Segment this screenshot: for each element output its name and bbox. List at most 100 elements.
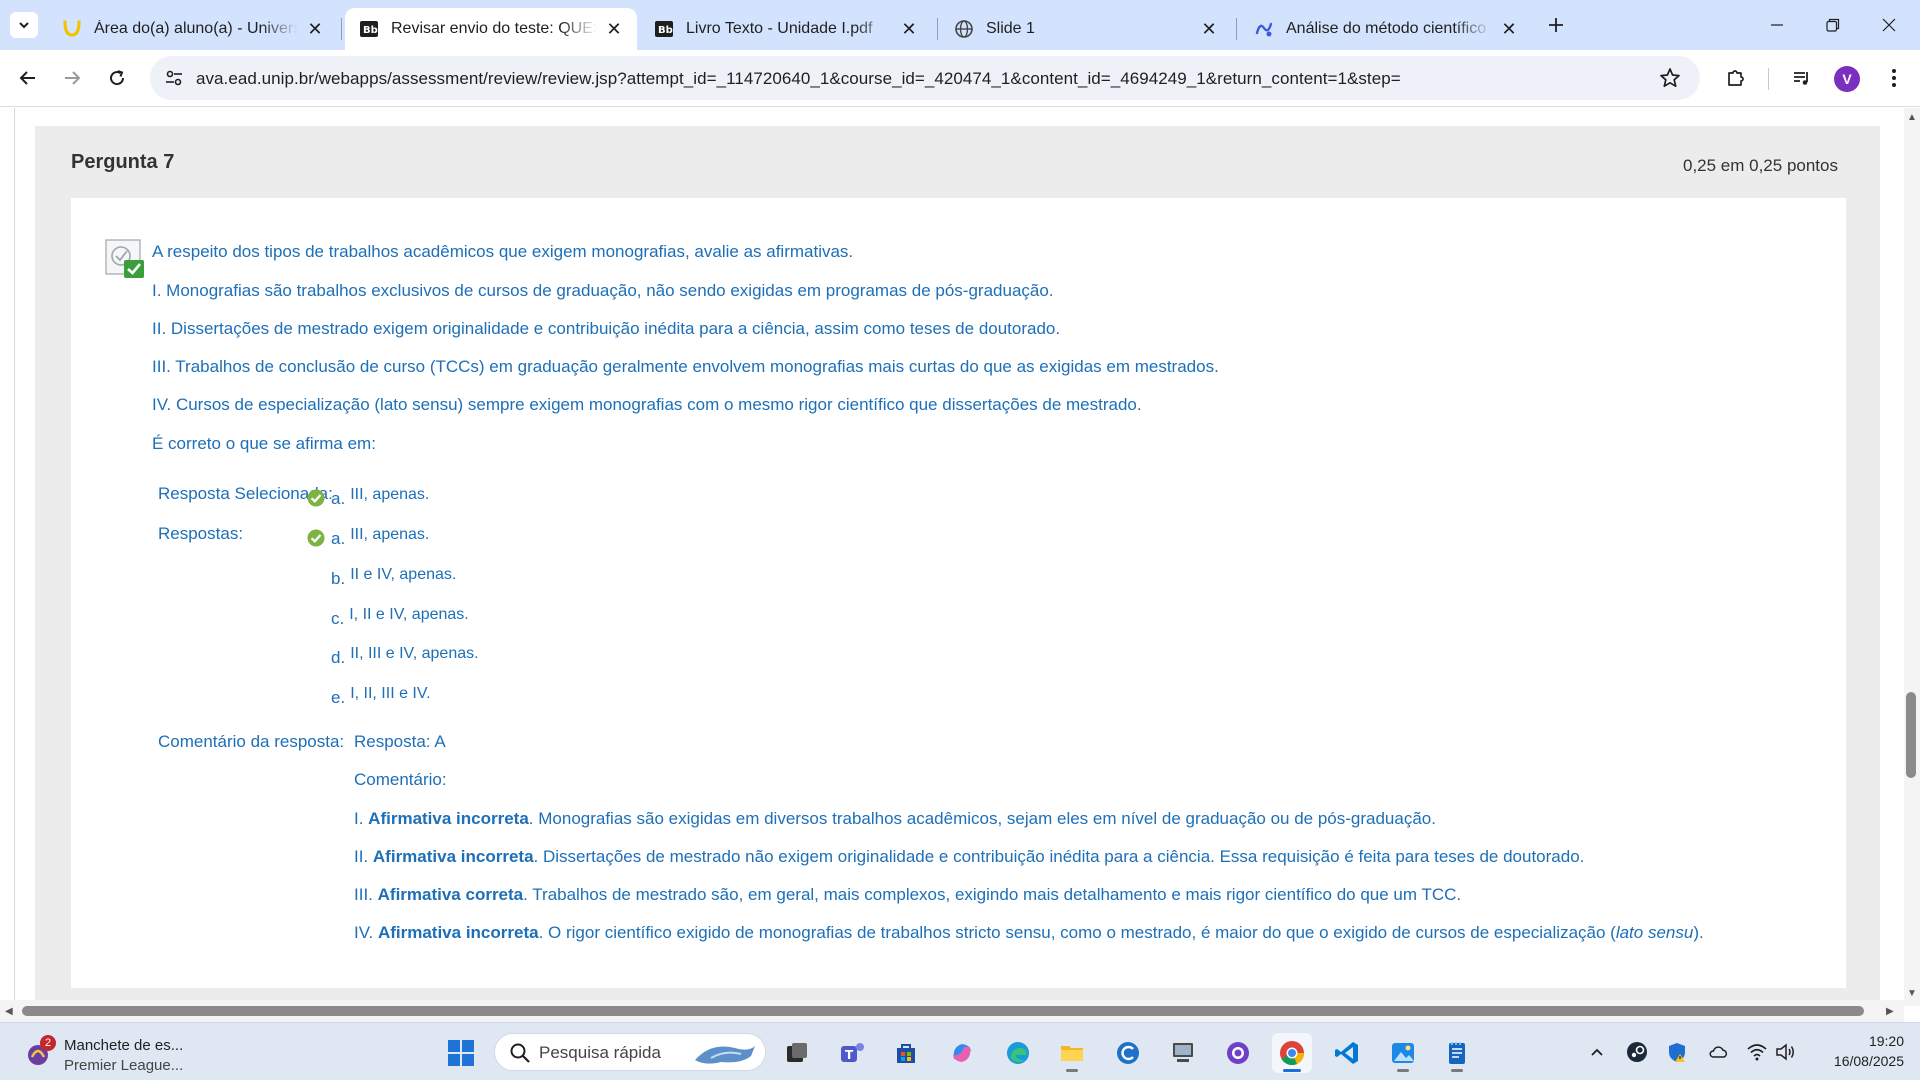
teams-app[interactable]: T — [832, 1033, 872, 1073]
close-icon[interactable]: ✕ — [603, 18, 625, 40]
plus-icon — [1549, 18, 1563, 32]
store-app[interactable] — [886, 1033, 926, 1073]
feedback-answer: Resposta: A — [354, 732, 446, 751]
remote-desktop-app[interactable] — [1163, 1033, 1203, 1073]
vertical-scrollbar[interactable] — [1904, 108, 1920, 1006]
forward-button[interactable] — [56, 62, 88, 94]
reload-icon — [110, 70, 125, 86]
bookmark-star-icon[interactable] — [1658, 66, 1682, 90]
scroll-up-arrow-icon[interactable]: ▲ — [1907, 112, 1917, 123]
running-indicator — [1397, 1069, 1409, 1072]
close-icon[interactable]: ✕ — [1198, 18, 1220, 40]
arrow-right-icon — [65, 71, 81, 85]
browser-toolbar: ava.ead.unip.br/webapps/assessment/revie… — [0, 50, 1920, 107]
new-tab-button[interactable] — [1540, 12, 1572, 38]
security-tray[interactable] — [1664, 1039, 1690, 1065]
horizontal-scrollbar-thumb[interactable] — [22, 1006, 1864, 1016]
edge-icon — [1007, 1042, 1029, 1064]
chrome-app[interactable] — [1272, 1033, 1312, 1073]
answer-option-d: d. II, III e IV, apenas. — [307, 642, 479, 667]
url-text[interactable]: ava.ead.unip.br/webapps/assessment/revie… — [196, 69, 1401, 89]
show-hidden-icons-button[interactable] — [1584, 1039, 1610, 1065]
chrome-icon — [1280, 1041, 1305, 1066]
minimize-button[interactable] — [1754, 10, 1800, 40]
feedback-label: Comentário da resposta: — [158, 732, 345, 751]
sync-app[interactable] — [1108, 1033, 1148, 1073]
restore-button[interactable] — [1810, 10, 1856, 40]
copilot-icon — [953, 1044, 971, 1062]
scroll-right-arrow-icon[interactable]: ▶ — [1886, 1006, 1894, 1017]
answer-letter: a. — [331, 529, 346, 548]
volume-tray[interactable] — [1772, 1039, 1798, 1065]
minimize-icon — [1771, 24, 1783, 26]
close-icon[interactable]: ✕ — [304, 18, 326, 40]
tab-title: Área do(a) aluno(a) - Universidade — [94, 20, 298, 37]
photos-app[interactable] — [1383, 1033, 1423, 1073]
profile-avatar[interactable]: V — [1834, 66, 1860, 92]
taskbar-search-box[interactable]: Pesquisa rápida — [494, 1033, 766, 1071]
shield-warning-icon — [1669, 1043, 1685, 1062]
tab-analise-metodo[interactable]: Análise do método científico e ✕ — [1240, 8, 1532, 50]
vertical-scrollbar-thumb[interactable] — [1906, 692, 1916, 778]
task-view-button[interactable] — [777, 1033, 817, 1073]
reload-button[interactable] — [101, 62, 133, 94]
vscode-app[interactable] — [1327, 1033, 1367, 1073]
network-tray[interactable] — [1744, 1039, 1770, 1065]
notepad-app[interactable] — [1437, 1033, 1477, 1073]
answer-letter: a. — [331, 489, 346, 508]
feedback-comment-label: Comentário: — [354, 770, 447, 789]
close-icon[interactable]: ✕ — [1498, 18, 1520, 40]
arrow-left-icon — [19, 71, 35, 85]
github-app[interactable] — [1218, 1033, 1258, 1073]
tab-revisar-envio[interactable]: Bb Revisar envio do teste: QUESTIONÁRIO … — [345, 8, 637, 50]
tab-divider — [341, 18, 342, 40]
close-window-button[interactable] — [1866, 10, 1912, 40]
onedrive-tray[interactable] — [1705, 1039, 1731, 1065]
notepad-icon — [1449, 1042, 1465, 1064]
answer-text: III, apenas. — [350, 526, 430, 543]
correct-answer-status-icon — [105, 239, 144, 278]
feedback-item-4: IV. Afirmativa incorreta. O rigor cientí… — [354, 923, 1704, 943]
close-icon[interactable]: ✕ — [898, 18, 920, 40]
back-button[interactable] — [12, 62, 44, 94]
tab-title: Slide 1 — [986, 20, 1035, 37]
system-clock[interactable]: 19:20 16/08/2025 — [1808, 1031, 1904, 1071]
tab-search-button[interactable] — [10, 12, 38, 38]
tab-title: Revisar envio do teste: QUESTIONÁRIO — [391, 20, 597, 37]
photos-icon — [1392, 1043, 1414, 1063]
site-settings-icon[interactable] — [164, 68, 184, 88]
windows-logo-icon — [448, 1040, 474, 1066]
tab-slide-1[interactable]: Slide 1 ✕ — [940, 8, 1232, 50]
file-explorer-app[interactable] — [1052, 1033, 1092, 1073]
answer-letter: c. — [331, 609, 345, 628]
media-queue-icon — [1794, 72, 1808, 85]
puzzle-icon — [1728, 70, 1744, 86]
answer-option-a: a. III, apenas. — [307, 523, 430, 548]
feedback-text: . O rigor científico exigido de monograf… — [538, 923, 1616, 942]
media-controls-button[interactable] — [1788, 64, 1816, 92]
answer-text: I, II e IV, apenas. — [349, 606, 469, 623]
news-widget[interactable]: 2 Manchete de es... Premier League... — [24, 1031, 204, 1074]
feedback-item-2: II. Afirmativa incorreta. Dissertações d… — [354, 847, 1584, 867]
tab-title: Livro Texto - Unidade I.pdf — [686, 20, 873, 37]
steam-tray[interactable] — [1624, 1039, 1650, 1065]
extensions-button[interactable] — [1722, 64, 1750, 92]
copilot-app[interactable] — [942, 1033, 982, 1073]
news-subline: Premier League... — [64, 1057, 184, 1074]
browser-menu-button[interactable] — [1880, 64, 1908, 92]
restore-icon — [1826, 18, 1840, 32]
correct-check-icon — [307, 529, 325, 547]
task-view-icon — [787, 1043, 807, 1062]
tab-livro-texto[interactable]: Bb Livro Texto - Unidade I.pdf ✕ — [640, 8, 932, 50]
scroll-down-arrow-icon[interactable]: ▼ — [1907, 988, 1917, 999]
edge-app[interactable] — [998, 1033, 1038, 1073]
sync-app-icon — [1117, 1042, 1139, 1064]
start-button[interactable] — [441, 1033, 481, 1073]
tab-area-aluno[interactable]: Área do(a) aluno(a) - Universidade ✕ — [48, 8, 338, 50]
chevron-down-icon — [19, 22, 29, 29]
globe-icon — [954, 19, 974, 39]
scroll-left-arrow-icon[interactable]: ◀ — [5, 1006, 13, 1017]
address-bar[interactable]: ava.ead.unip.br/webapps/assessment/revie… — [150, 56, 1700, 100]
content-frame-border — [14, 108, 15, 1006]
feedback-text: . Monografias são exigidas em diversos t… — [528, 809, 1436, 828]
